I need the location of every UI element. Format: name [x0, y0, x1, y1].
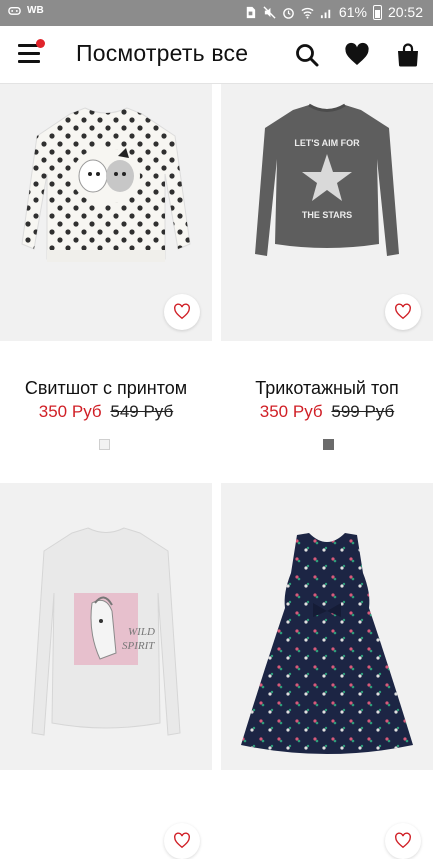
- menu-button[interactable]: [18, 39, 45, 64]
- navy-dress-image: [241, 533, 413, 754]
- shirt-print-text-top: LET'S AIM FOR: [294, 138, 360, 148]
- alarm-icon: [283, 7, 294, 19]
- product-card[interactable]: WILD SPIRIT: [0, 483, 212, 859]
- color-swatch[interactable]: [99, 439, 110, 450]
- heart-outline-icon: [395, 303, 411, 320]
- battery-percent: 61%: [338, 4, 367, 20]
- shirt-print-text-top: WILD: [128, 626, 155, 638]
- page-title: Посмотреть все: [76, 40, 249, 66]
- hamburger-menu-icon-line: [18, 60, 40, 63]
- old-price: 599 Руб: [331, 402, 395, 421]
- add-to-favorites-button[interactable]: [164, 294, 200, 330]
- heart-outline-icon: [174, 832, 190, 849]
- status-bar-right: 61% 20:52: [244, 4, 423, 20]
- battery-icon: [372, 4, 382, 20]
- status-bar-left: WB: [8, 4, 44, 17]
- add-to-favorites-button[interactable]: [385, 823, 421, 859]
- heart-outline-icon: [174, 303, 190, 320]
- shirt-print-text-bottom: THE STARS: [302, 210, 352, 220]
- status-time: 20:52: [387, 4, 423, 20]
- carrier-label: WB: [27, 5, 44, 16]
- product-prices: 350 Руб 549 Руб: [0, 402, 212, 422]
- sale-price: 350 Руб: [259, 402, 323, 421]
- app-bar: Посмотреть все: [0, 26, 433, 84]
- color-swatch[interactable]: [323, 439, 334, 450]
- add-to-favorites-button[interactable]: [164, 823, 200, 859]
- heart-icon[interactable]: [344, 42, 370, 68]
- hamburger-menu-icon-line: [18, 52, 40, 55]
- product-image[interactable]: [221, 483, 433, 770]
- sim-icon: [246, 6, 256, 18]
- shopping-bag-icon[interactable]: [395, 42, 421, 68]
- status-bar: WB 61% 20:52: [0, 0, 433, 26]
- product-prices: 350 Руб 599 Руб: [221, 402, 433, 422]
- old-price: 549 Руб: [110, 402, 174, 421]
- signal-icon: [320, 9, 331, 18]
- wifi-icon: [301, 7, 314, 19]
- horse-top-image: WILD SPIRIT: [31, 527, 181, 736]
- mute-icon: [263, 5, 276, 19]
- product-image[interactable]: WILD SPIRIT: [0, 483, 212, 770]
- heart-outline-icon: [395, 832, 411, 849]
- product-name[interactable]: Трикотажный топ: [221, 378, 433, 399]
- product-card[interactable]: [221, 483, 433, 859]
- product-name[interactable]: Свитшот с принтом: [0, 378, 212, 399]
- shirt-print-text-bottom: SPIRIT: [122, 640, 155, 652]
- notification-dot: [36, 39, 45, 48]
- product-card[interactable]: Свитшот с принтом 350 Руб 549 Руб: [0, 84, 212, 484]
- search-icon[interactable]: [294, 42, 320, 68]
- product-card[interactable]: LET'S AIM FOR THE STARS Трикотажный топ …: [221, 84, 433, 484]
- game-controller-icon: [8, 7, 21, 15]
- add-to-favorites-button[interactable]: [385, 294, 421, 330]
- sale-price: 350 Руб: [38, 402, 102, 421]
